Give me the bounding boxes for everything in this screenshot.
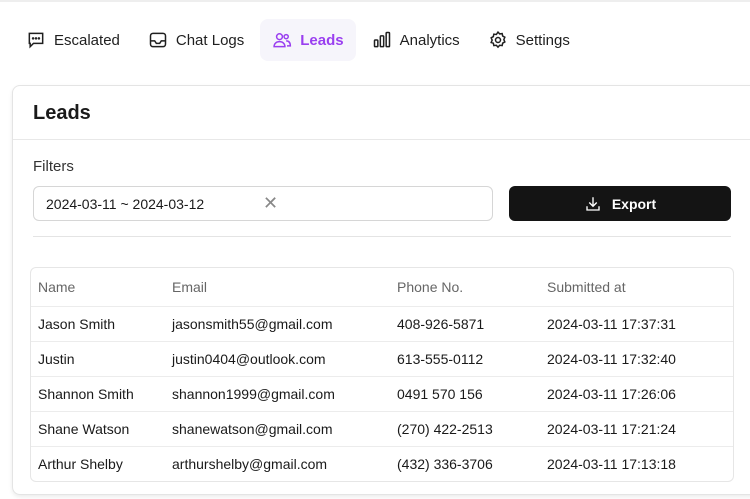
inbox-icon	[149, 32, 167, 48]
table-row[interactable]: Shannon Smith shannon1999@gmail.com 0491 5…	[31, 376, 733, 411]
cell-name: Arthur Shelby	[38, 456, 123, 472]
cell-email: jasonsmith55@gmail.com	[172, 316, 333, 332]
tab-escalated[interactable]: Escalated	[14, 19, 132, 61]
tab-settings[interactable]: Settings	[476, 19, 582, 61]
gear-icon	[489, 30, 506, 49]
cell-phone: 408-926-5871	[397, 316, 485, 332]
header-submitted-at[interactable]: Submitted at	[547, 279, 733, 295]
header-name[interactable]: Name	[31, 279, 172, 295]
tab-label: Leads	[300, 31, 344, 49]
table-row[interactable]: Arthur Shelby arthurshelby@gmail.com (432)…	[31, 446, 733, 481]
leads-table: Name Email Phone No. Submitted at Jason …	[30, 267, 734, 482]
cell-phone: 0491 570 156	[397, 386, 483, 402]
divider	[13, 139, 750, 140]
tab-label: Settings	[515, 31, 570, 49]
cell-submitted-at: 2024-03-11 17:21:24	[547, 421, 676, 437]
cell-email: shannon1999@gmail.com	[172, 386, 335, 402]
cell-phone: (432) 336-3706	[397, 456, 493, 472]
users-icon	[273, 33, 292, 48]
tab-chat-logs[interactable]: Chat Logs	[136, 19, 256, 61]
cell-email: justin0404@outlook.com	[172, 351, 326, 367]
tab-analytics[interactable]: Analytics	[360, 19, 472, 61]
cell-phone: (270) 422-2513	[397, 421, 493, 437]
tab-label: Escalated	[54, 31, 120, 49]
leads-card: Leads Filters 2024-03-11 ~ 2024-03-12 ✕ …	[12, 85, 750, 495]
divider	[33, 236, 731, 237]
export-label: Export	[611, 195, 657, 212]
download-icon	[586, 196, 600, 211]
cell-email: shanewatson@gmail.com	[172, 421, 333, 437]
cell-name: Justin	[38, 351, 75, 367]
filters-label: Filters	[33, 158, 74, 175]
nav-tabs: Escalated Chat Logs Leads Analytics Sett…	[14, 19, 582, 61]
cell-name: Shane Watson	[38, 421, 130, 437]
cell-submitted-at: 2024-03-11 17:32:40	[547, 351, 676, 367]
table-row[interactable]: Justin justin0404@outlook.com 613-555-0112…	[31, 341, 733, 376]
cell-submitted-at: 2024-03-11 17:37:31	[547, 316, 676, 332]
cell-name: Jason Smith	[38, 316, 116, 332]
date-range-value: 2024-03-11 ~ 2024-03-12	[46, 195, 205, 212]
header-email[interactable]: Email	[172, 279, 397, 295]
cell-submitted-at: 2024-03-11 17:13:18	[547, 456, 676, 472]
close-icon[interactable]: ✕	[263, 193, 480, 214]
bar-chart-icon	[373, 31, 390, 48]
page-title: Leads	[33, 102, 91, 124]
table-row[interactable]: Jason Smith jasonsmith55@gmail.com 408-926…	[31, 306, 733, 341]
cell-email: arthurshelby@gmail.com	[172, 456, 328, 472]
tab-label: Analytics	[399, 31, 460, 49]
cell-phone: 613-555-0112	[397, 351, 484, 367]
chat-bubble-icon	[28, 32, 44, 49]
top-border	[0, 0, 750, 2]
tab-label: Chat Logs	[175, 31, 245, 49]
header-phone[interactable]: Phone No.	[397, 279, 547, 295]
table-header: Name Email Phone No. Submitted at	[31, 268, 733, 306]
tab-leads[interactable]: Leads	[260, 19, 356, 61]
cell-submitted-at: 2024-03-11 17:26:06	[547, 386, 676, 402]
table-row[interactable]: Shane Watson shanewatson@gmail.com (270) 4…	[31, 411, 733, 446]
cell-name: Shannon Smith	[38, 386, 134, 402]
date-range-input[interactable]: 2024-03-11 ~ 2024-03-12 ✕	[33, 186, 493, 221]
export-button[interactable]: Export	[509, 186, 731, 221]
